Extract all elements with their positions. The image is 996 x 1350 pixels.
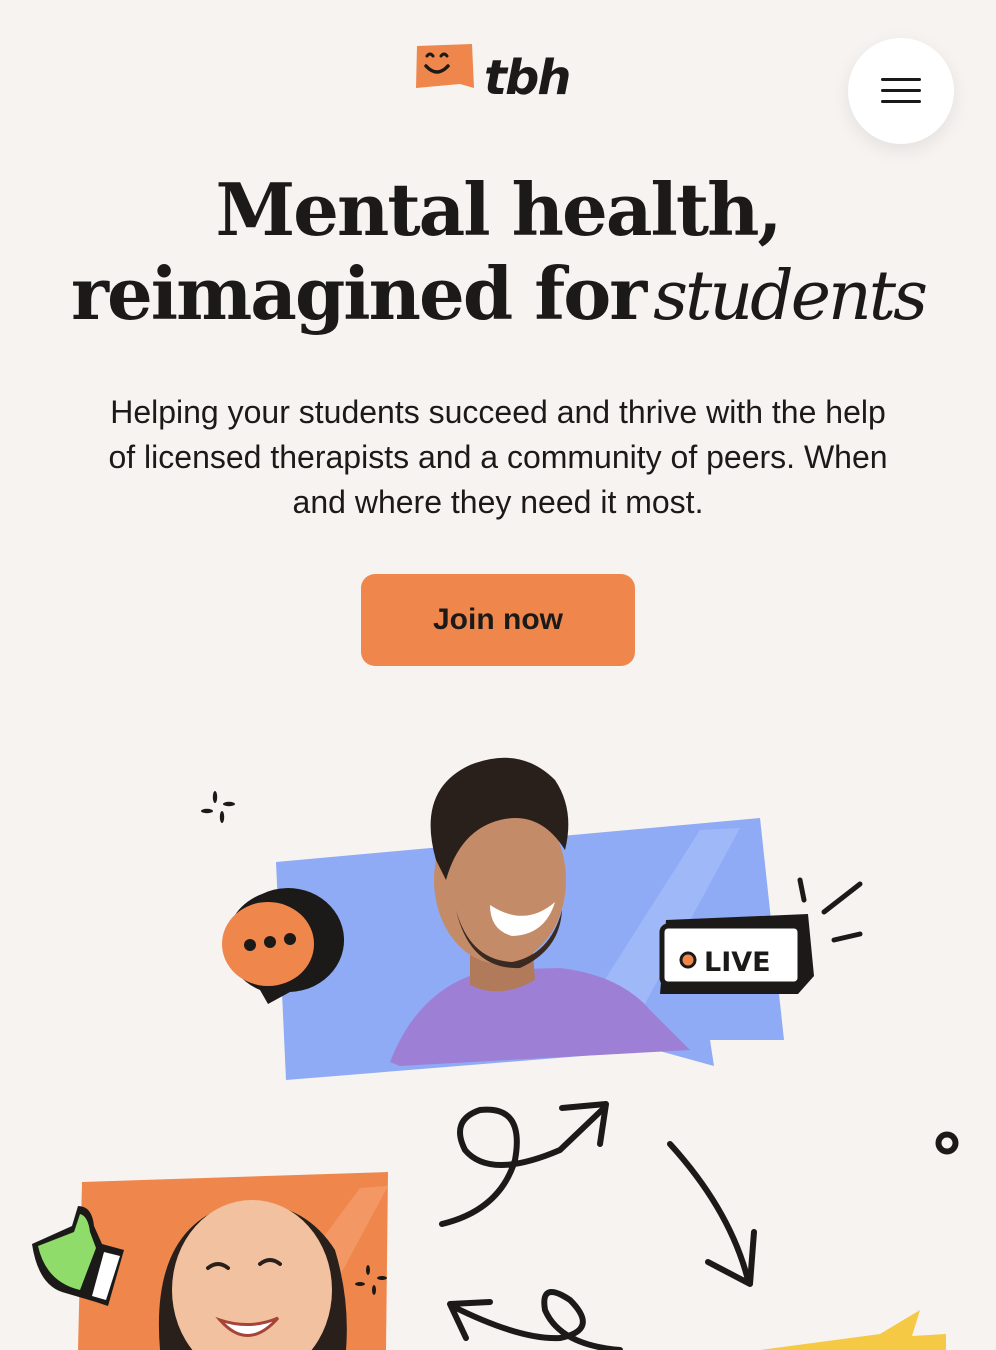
left-arrow-icon — [447, 1289, 623, 1350]
hero-title-script-word: students — [653, 257, 928, 336]
sparkle-icon — [201, 791, 235, 823]
hero-title-text: reimagined for — [71, 251, 647, 336]
brand-logo[interactable]: tbh — [414, 42, 580, 114]
hero-title: Mental health, reimagined for students — [0, 168, 996, 339]
menu-button[interactable] — [848, 38, 954, 144]
hamburger-menu-icon — [881, 78, 921, 104]
hero-subtitle: Helping your students succeed and thrive… — [108, 394, 888, 520]
yellow-card-corner — [760, 1310, 946, 1350]
smile-chat-logo-icon — [416, 44, 474, 88]
brand-wordmark: tbh — [484, 50, 571, 106]
hero-illustration: LIVE — [32, 757, 959, 1350]
join-now-button[interactable]: Join now — [361, 574, 635, 666]
ring-dot-icon — [935, 1131, 959, 1155]
live-label: LIVE — [704, 947, 771, 978]
hero-title-line-2: reimagined for students — [0, 252, 996, 339]
down-arrow-icon — [667, 1141, 757, 1287]
loop-arrow-icon — [439, 1101, 609, 1227]
hero-title-line-1: Mental health, — [215, 167, 782, 252]
